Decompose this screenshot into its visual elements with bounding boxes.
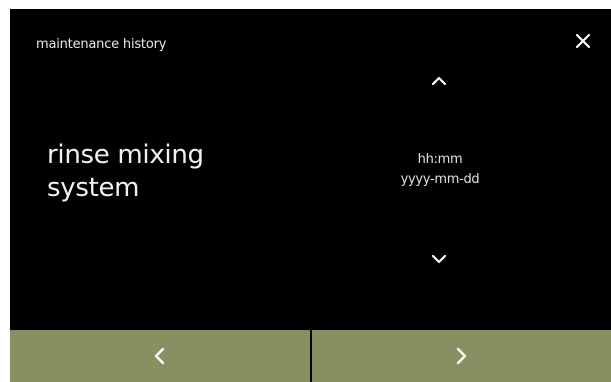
close-button[interactable] (568, 26, 598, 56)
bottom-nav-bar (10, 330, 611, 382)
previous-button[interactable] (10, 330, 312, 382)
time-label: hh:mm (417, 152, 463, 167)
date-label: yyyy-mm-dd (400, 172, 480, 187)
chevron-left-icon (154, 347, 164, 365)
chevron-up-icon (431, 76, 447, 86)
screen: maintenance history rinse mixing system … (10, 9, 611, 382)
chevron-right-icon (457, 347, 467, 365)
maintenance-timestamp: hh:mm yyyy-mm-dd (350, 150, 530, 190)
chevron-down-icon (431, 254, 447, 264)
maintenance-item-name: rinse mixing system (47, 140, 204, 203)
close-icon (575, 33, 591, 49)
scroll-up-button[interactable] (426, 71, 452, 91)
screen-title: maintenance history (36, 37, 167, 52)
scroll-down-button[interactable] (426, 249, 452, 269)
next-button[interactable] (311, 330, 611, 382)
